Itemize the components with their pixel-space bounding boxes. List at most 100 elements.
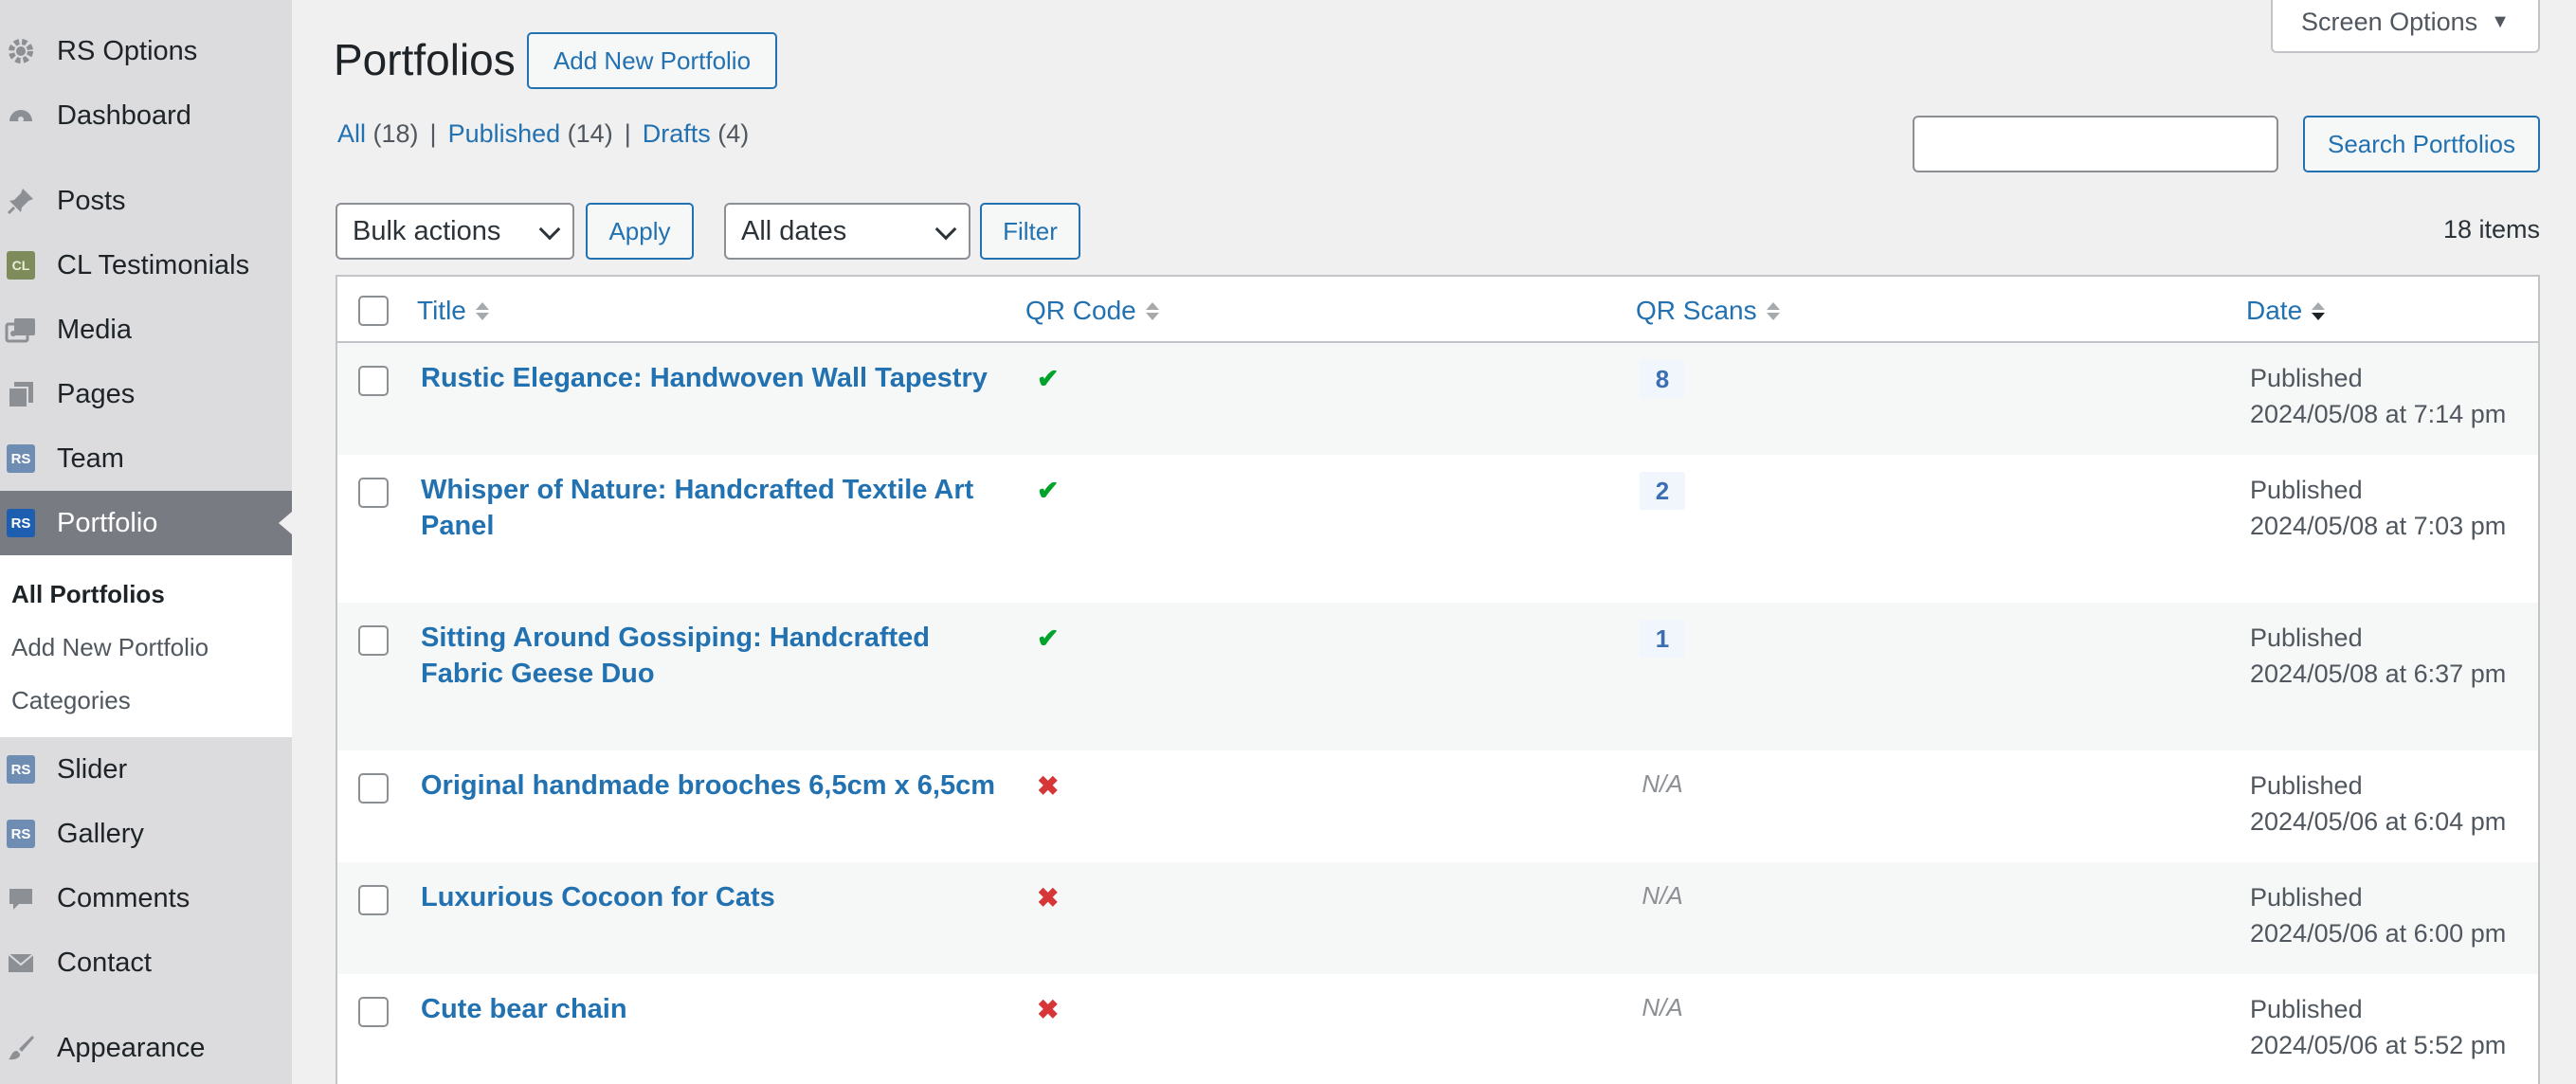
sidebar-item-label: Media xyxy=(57,314,132,345)
filter-drafts-link[interactable]: Drafts xyxy=(643,119,711,148)
submenu-categories[interactable]: Categories xyxy=(11,686,131,715)
cl-icon: CL xyxy=(4,248,38,282)
page-title: Portfolios xyxy=(334,35,516,84)
column-label: Date xyxy=(2246,296,2303,325)
row-title-link[interactable]: Sitting Around Gossiping: Handcrafted Fa… xyxy=(421,620,999,692)
row-title-link[interactable]: Whisper of Nature: Handcrafted Textile A… xyxy=(421,472,999,544)
column-date[interactable]: Date xyxy=(2246,296,2326,326)
table-row: Cute bear chain ✖ N/A Published 2024/05/… xyxy=(337,974,2538,1084)
search-portfolios-button[interactable]: Search Portfolios xyxy=(2303,116,2540,172)
date-cell: Published 2024/05/06 at 6:04 pm xyxy=(2250,768,2506,840)
column-qr-scans[interactable]: QR Scans xyxy=(1636,296,1780,326)
sidebar-item-dashboard[interactable]: Dashboard xyxy=(0,83,292,148)
admin-sidebar: RS Options Dashboard Posts CL CL Testimo… xyxy=(0,0,292,1084)
caret-down-icon: ▼ xyxy=(2491,10,2510,32)
sidebar-item-label: Pages xyxy=(57,378,136,409)
table-row: Original handmade brooches 6,5cm x 6,5cm… xyxy=(337,750,2538,862)
row-title-link[interactable]: Luxurious Cocoon for Cats xyxy=(421,879,999,915)
filter-button[interactable]: Filter xyxy=(980,203,1080,260)
filter-all-link[interactable]: All xyxy=(337,119,366,148)
table-row: Whisper of Nature: Handcrafted Textile A… xyxy=(337,455,2538,603)
screen-options-label: Screen Options xyxy=(2301,7,2478,36)
submenu-add-new-portfolio[interactable]: Add New Portfolio xyxy=(11,633,209,662)
row-title-link[interactable]: Cute bear chain xyxy=(421,991,999,1027)
table-row: Sitting Around Gossiping: Handcrafted Fa… xyxy=(337,603,2538,750)
scan-count-badge: 2 xyxy=(1640,472,1685,510)
filter-published-link[interactable]: Published xyxy=(448,119,561,148)
filter-drafts-count: (4) xyxy=(717,119,750,148)
column-label: QR Scans xyxy=(1636,296,1757,325)
select-all-checkbox[interactable] xyxy=(358,296,389,326)
sidebar-item-label: RS Options xyxy=(57,35,198,66)
sidebar-item-pages[interactable]: Pages xyxy=(0,362,292,426)
sidebar-item-slider[interactable]: RS Slider xyxy=(0,737,292,802)
dates-select[interactable]: All dates xyxy=(724,203,971,260)
sidebar-item-portfolio[interactable]: RS Portfolio xyxy=(0,491,292,555)
sidebar-item-rs-options[interactable]: RS Options xyxy=(0,19,292,83)
comment-icon xyxy=(4,881,38,915)
sidebar-item-posts[interactable]: Posts xyxy=(0,169,292,233)
column-qr-code[interactable]: QR Code xyxy=(1025,296,1159,326)
pin-icon xyxy=(4,184,38,218)
submenu-all-portfolios[interactable]: All Portfolios xyxy=(11,580,165,609)
screen-options-button[interactable]: Screen Options ▼ xyxy=(2271,0,2540,53)
row-title-link[interactable]: Rustic Elegance: Handwoven Wall Tapestry xyxy=(421,360,999,396)
filter-published-count: (14) xyxy=(567,119,613,148)
add-new-portfolio-button[interactable]: Add New Portfolio xyxy=(527,32,777,89)
filter-separator: | xyxy=(429,119,437,148)
sidebar-item-label: Portfolio xyxy=(57,507,158,538)
filter-all-count: (18) xyxy=(372,119,419,148)
date-status: Published xyxy=(2250,623,2363,652)
sidebar-item-cl-testimonials[interactable]: CL CL Testimonials xyxy=(0,233,292,298)
date-cell: Published 2024/05/08 at 6:37 pm xyxy=(2250,620,2506,692)
dates-value: All dates xyxy=(741,215,847,246)
sort-icon xyxy=(475,301,489,320)
column-label: Title xyxy=(417,296,466,325)
sidebar-item-media[interactable]: Media xyxy=(0,298,292,362)
date-status: Published xyxy=(2250,364,2363,392)
date-value: 2024/05/08 at 7:14 pm xyxy=(2250,400,2507,428)
media-icon xyxy=(4,313,38,347)
row-title-link[interactable]: Original handmade brooches 6,5cm x 6,5cm xyxy=(421,768,1027,804)
date-cell: Published 2024/05/06 at 6:00 pm xyxy=(2250,879,2506,951)
gear-icon xyxy=(4,34,38,68)
bulk-actions-select[interactable]: Bulk actions xyxy=(336,203,574,260)
sidebar-item-appearance[interactable]: Appearance xyxy=(0,1016,292,1080)
sidebar-item-comments[interactable]: Comments xyxy=(0,866,292,930)
sidebar-item-label: Gallery xyxy=(57,818,144,849)
brush-icon xyxy=(4,1031,38,1065)
pages-icon xyxy=(4,377,38,411)
date-cell: Published 2024/05/06 at 5:52 pm xyxy=(2250,991,2506,1063)
sidebar-item-label: Slider xyxy=(57,753,128,785)
sidebar-item-contact[interactable]: Contact xyxy=(0,930,292,995)
chevron-down-icon xyxy=(934,218,957,241)
sidebar-item-team[interactable]: RS Team xyxy=(0,426,292,491)
search-input[interactable] xyxy=(1913,116,2278,172)
column-title[interactable]: Title xyxy=(417,296,489,326)
cross-icon: ✖ xyxy=(1037,771,1060,801)
rs-icon: RS xyxy=(4,817,38,851)
row-checkbox[interactable] xyxy=(358,625,389,656)
check-icon: ✔ xyxy=(1037,476,1060,505)
cross-icon: ✖ xyxy=(1037,995,1060,1024)
row-checkbox[interactable] xyxy=(358,997,389,1027)
date-cell: Published 2024/05/08 at 7:03 pm xyxy=(2250,472,2506,544)
scan-count-badge: 8 xyxy=(1640,360,1685,398)
status-filters: All (18) | Published (14) | Drafts (4) xyxy=(337,119,749,149)
table-header: Title QR Code QR Scans Date xyxy=(337,277,2538,343)
bulk-actions-value: Bulk actions xyxy=(353,215,501,246)
sidebar-item-label: Team xyxy=(57,443,124,474)
date-cell: Published 2024/05/08 at 7:14 pm xyxy=(2250,360,2506,432)
chevron-down-icon xyxy=(538,218,561,241)
scan-count-badge: 1 xyxy=(1640,620,1685,658)
row-checkbox[interactable] xyxy=(358,366,389,396)
check-icon: ✔ xyxy=(1037,364,1060,393)
sidebar-item-gallery[interactable]: RS Gallery xyxy=(0,802,292,866)
row-checkbox[interactable] xyxy=(358,773,389,804)
apply-button[interactable]: Apply xyxy=(586,203,694,260)
rs-icon: RS xyxy=(4,442,38,476)
items-count: 18 items xyxy=(2442,215,2540,244)
row-checkbox[interactable] xyxy=(358,478,389,508)
check-icon: ✔ xyxy=(1037,623,1060,653)
row-checkbox[interactable] xyxy=(358,885,389,915)
